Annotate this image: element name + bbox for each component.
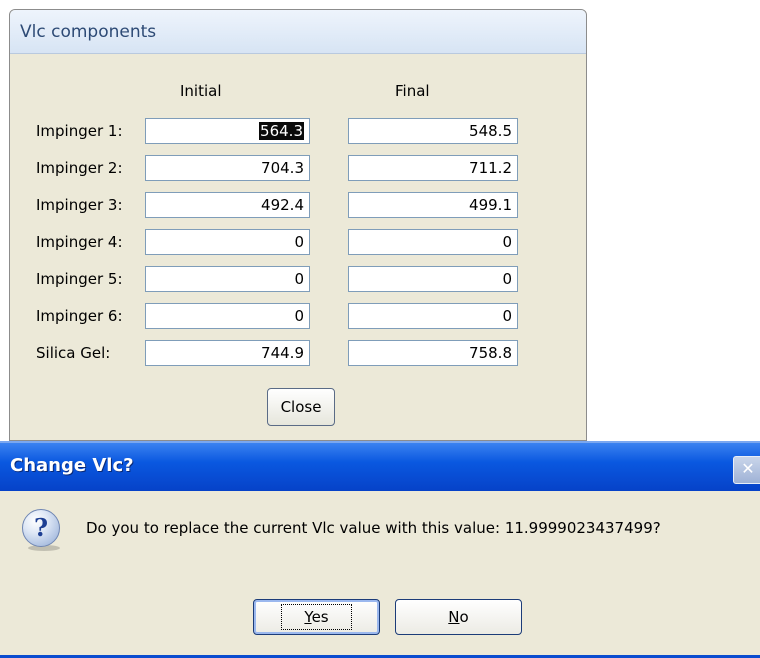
field-value: 548.5: [469, 122, 512, 140]
impinger-1-initial-field[interactable]: 564.3: [145, 118, 310, 144]
close-button[interactable]: Close: [267, 388, 335, 426]
field-value: 0: [502, 270, 512, 288]
field-value: 711.2: [469, 159, 512, 177]
row-label-silica-gel: Silica Gel:: [36, 344, 111, 362]
column-header-initial: Initial: [180, 82, 222, 100]
yes-button[interactable]: Yes: [253, 599, 380, 635]
row-label-impinger-4: Impinger 4:: [36, 233, 123, 251]
close-icon: ✕: [741, 459, 755, 478]
field-value: 564.3: [259, 122, 304, 140]
dialog-titlebar: Change Vlc? ✕: [0, 441, 760, 491]
row-label-impinger-5: Impinger 5:: [36, 270, 123, 288]
row-label-impinger-1: Impinger 1:: [36, 122, 123, 140]
field-value: 499.1: [469, 196, 512, 214]
question-icon: ?: [22, 509, 60, 547]
impinger-6-initial-field[interactable]: 0: [145, 303, 310, 329]
dialog-title: Change Vlc?: [10, 455, 134, 476]
yes-mnemonic: Y: [304, 608, 312, 626]
window-title: Vlc components: [10, 10, 586, 54]
field-value: 0: [294, 233, 304, 251]
row-label-impinger-3: Impinger 3:: [36, 196, 123, 214]
no-mnemonic: N: [448, 608, 460, 626]
dialog-close-button[interactable]: ✕: [733, 456, 760, 484]
impinger-3-final-field[interactable]: 499.1: [348, 192, 518, 218]
field-value: 492.4: [261, 196, 304, 214]
impinger-5-final-field[interactable]: 0: [348, 266, 518, 292]
impinger-2-initial-field[interactable]: 704.3: [145, 155, 310, 181]
row-label-impinger-6: Impinger 6:: [36, 307, 123, 325]
dialog-message: Do you to replace the current Vlc value …: [86, 519, 661, 537]
no-label-rest: o: [459, 608, 469, 626]
impinger-5-initial-field[interactable]: 0: [145, 266, 310, 292]
impinger-2-final-field[interactable]: 711.2: [348, 155, 518, 181]
impinger-3-initial-field[interactable]: 492.4: [145, 192, 310, 218]
change-vlc-dialog: Change Vlc? ✕ ? Do you to replace the cu…: [0, 441, 760, 658]
yes-label-rest: es: [311, 608, 329, 626]
impinger-4-final-field[interactable]: 0: [348, 229, 518, 255]
impinger-4-initial-field[interactable]: 0: [145, 229, 310, 255]
field-value: 0: [294, 307, 304, 325]
no-button[interactable]: No: [395, 599, 522, 635]
yes-button-focus: Yes: [281, 604, 352, 630]
impinger-6-final-field[interactable]: 0: [348, 303, 518, 329]
impinger-1-final-field[interactable]: 548.5: [348, 118, 518, 144]
column-header-final: Final: [395, 82, 430, 100]
silica-gel-final-field[interactable]: 758.8: [348, 340, 518, 366]
field-value: 744.9: [261, 344, 304, 362]
vlc-components-window: Vlc components Initial Final Impinger 1:…: [9, 9, 587, 441]
field-value: 704.3: [261, 159, 304, 177]
field-value: 758.8: [469, 344, 512, 362]
field-value: 0: [502, 233, 512, 251]
field-value: 0: [502, 307, 512, 325]
row-label-impinger-2: Impinger 2:: [36, 159, 123, 177]
field-value: 0: [294, 270, 304, 288]
silica-gel-initial-field[interactable]: 744.9: [145, 340, 310, 366]
